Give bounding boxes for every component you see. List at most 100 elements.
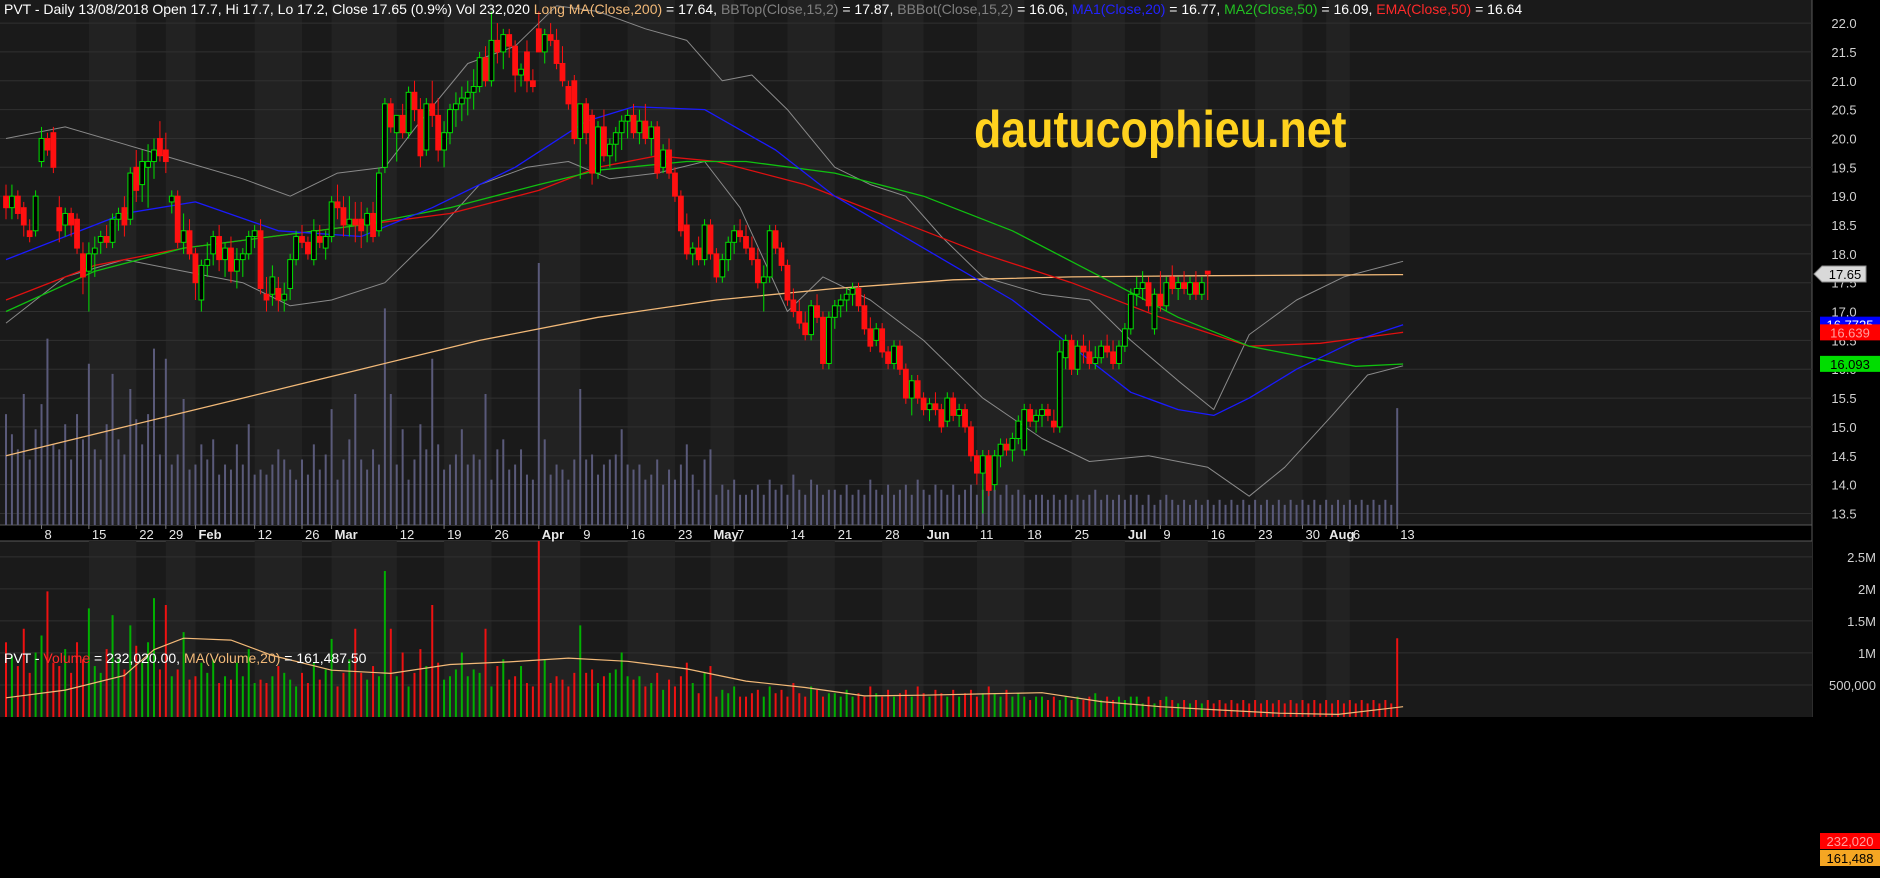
week-band [165, 541, 196, 717]
week-band [627, 0, 675, 525]
candle-body [950, 397, 957, 416]
candle-body [737, 230, 743, 238]
candle-body [547, 34, 554, 41]
volume-header: PVT - Volume = 232,020.00, MA(Volume,20)… [4, 650, 367, 666]
candle-body [1068, 339, 1075, 370]
candle-body [973, 455, 980, 474]
volume-header-segment: = 161,487.50 [280, 650, 366, 666]
candle-body [648, 126, 655, 139]
price-tick-label: 18.0 [1831, 247, 1856, 262]
candle-body [1181, 282, 1187, 289]
candle-body [719, 259, 726, 278]
volume-badge-text: 232,020 [1827, 834, 1874, 849]
candle-body [97, 236, 104, 243]
candle-body [1074, 345, 1081, 370]
candle-body [1163, 282, 1170, 307]
candle-body [180, 230, 187, 243]
candle-body [1157, 293, 1164, 307]
candle-body [9, 195, 15, 209]
week-band [787, 0, 835, 525]
x-tick-label: 19 [447, 527, 461, 542]
candle-body [3, 195, 9, 209]
candle-body [524, 51, 530, 82]
price-tick-label: 18.5 [1831, 218, 1856, 233]
candle-body [932, 403, 939, 411]
candle-body [1015, 420, 1022, 439]
candle-body [1021, 409, 1028, 451]
candle-body [316, 236, 323, 243]
week-band [976, 541, 1025, 717]
volume-tick-label: 2.5M [1847, 550, 1876, 565]
candle-body [441, 132, 447, 151]
candle-body [157, 137, 163, 157]
candle-body [790, 299, 797, 313]
candle-body [666, 149, 672, 174]
volume-header-text: PVT - Volume = 232,020.00, MA(Volume,20)… [4, 650, 367, 666]
candle-body [228, 247, 234, 272]
candle-body [583, 103, 590, 134]
x-tick-label: May [713, 527, 739, 542]
chart-window: dautucophieu.net 13.5 14.0 14.5 15.0 15.5 16.… [0, 0, 1880, 878]
candle-body [630, 114, 637, 134]
header-segment: BBTop(Close,15,2) [721, 1, 839, 17]
candle-body [310, 230, 317, 261]
header-segment: EMA(Close,50) [1376, 1, 1471, 17]
week-band [1255, 541, 1303, 717]
price-tick-label: 15.5 [1831, 391, 1856, 406]
candle-body [346, 218, 353, 226]
candle-body [376, 172, 382, 232]
candle-body [216, 236, 223, 261]
candle-body [897, 345, 903, 370]
candle-body [944, 397, 951, 422]
candle-body [1204, 270, 1211, 275]
price-tick-label: 21.0 [1831, 74, 1856, 89]
candle-body [968, 426, 974, 457]
week-band [1255, 0, 1303, 525]
candle-body [1133, 287, 1140, 295]
candle-body [624, 114, 631, 122]
candle-body [1045, 409, 1051, 416]
candle-body [1127, 293, 1134, 330]
volume-tick-label: 2M [1858, 582, 1876, 597]
week-band [1326, 0, 1350, 525]
price-tick-label: 14.5 [1831, 449, 1856, 464]
candle-body [488, 39, 495, 82]
candle-body [1187, 282, 1193, 295]
candle-body [328, 201, 335, 238]
candle-body [1092, 357, 1099, 364]
candle-body [1121, 328, 1128, 347]
candle-body [399, 114, 406, 134]
candle-body [381, 103, 388, 168]
candle-body [435, 114, 442, 151]
candle-body [701, 224, 708, 261]
x-tick-label: Aug [1329, 527, 1354, 542]
candle-body [91, 247, 98, 255]
x-tick-label: 16 [1211, 527, 1225, 542]
candle-body [500, 34, 507, 53]
candle-body [68, 212, 75, 226]
candle-body [808, 305, 815, 336]
candle-body [423, 103, 430, 151]
candle-body [749, 247, 755, 261]
candle-body [979, 455, 986, 474]
header-segment: MA2(Close,50) [1224, 1, 1317, 17]
candle-body [251, 230, 258, 238]
candle-body [56, 207, 63, 232]
candle-body [115, 212, 122, 220]
x-tick-label: 9 [1163, 527, 1170, 542]
candle-body [991, 455, 998, 486]
candle-body [32, 195, 39, 232]
x-tick-label: 30 [1305, 527, 1319, 542]
candle-body [127, 172, 134, 220]
x-tick-label: 7 [737, 527, 744, 542]
candle-body [494, 39, 501, 53]
candle-body [370, 212, 376, 238]
candle-body [855, 287, 862, 307]
candle-body [417, 109, 424, 157]
candle-body [849, 287, 856, 295]
x-tick-label: Feb [198, 527, 221, 542]
candle-body [1003, 443, 1010, 451]
candle-body [192, 253, 199, 284]
candle-body [784, 264, 791, 301]
candle-body [938, 409, 945, 428]
